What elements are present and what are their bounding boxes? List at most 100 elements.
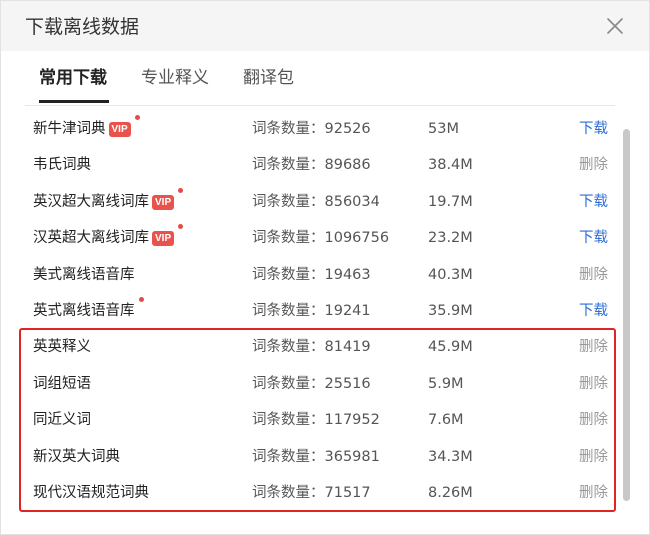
download-button[interactable]: 下载 (579, 301, 608, 321)
dictionary-name: 新汉英大词典 (33, 448, 120, 465)
file-size: 5.9M (428, 375, 464, 392)
new-update-dot-icon (139, 296, 144, 302)
tab-professional-definitions[interactable]: 专业释义 (141, 66, 209, 90)
entry-count-value: 89686 (324, 157, 371, 174)
vip-badge: VIP (152, 194, 175, 210)
file-size: 8.26M (428, 484, 473, 501)
file-size: 7.6M (428, 412, 464, 429)
table-row: 韦氏词典 词条数量：89686 38.4M 删除 (21, 147, 613, 183)
close-icon[interactable] (604, 15, 626, 37)
dictionary-name: 汉英超大离线词库 (33, 230, 149, 247)
entry-count-label: 词条数量： (252, 266, 325, 283)
table-row: 英汉超大离线词库 VIP 词条数量：856034 19.7M 下载 (21, 184, 613, 220)
entry-count-value: 81419 (324, 339, 371, 356)
dictionary-name-cell: 英汉超大离线词库 VIP (33, 192, 175, 212)
dictionary-name: 美式离线语音库 (33, 266, 135, 283)
entry-count-value: 117952 (324, 412, 380, 429)
file-size: 45.9M (428, 339, 473, 356)
dictionary-name: 同近义词 (33, 412, 91, 429)
dictionary-name-cell: 新牛津词典 VIP (33, 119, 131, 139)
dictionary-name-cell: 英英释义 (33, 337, 91, 357)
new-update-dot-icon (178, 187, 183, 193)
dialog-header: 下载离线数据 (1, 1, 649, 51)
entry-count-value: 1096756 (324, 230, 390, 247)
entry-count-label: 词条数量： (252, 121, 325, 137)
table-row: 新汉英大词典 词条数量：365981 34.3M 删除 (21, 439, 613, 475)
download-button[interactable]: 下载 (579, 192, 608, 212)
entry-count-label: 词条数量： (252, 302, 325, 319)
entry-count-value: 856034 (324, 193, 380, 210)
table-row: 英英释义 词条数量：81419 45.9M 删除 (21, 329, 613, 365)
new-update-dot-icon (135, 115, 140, 120)
vip-badge: VIP (108, 122, 131, 137)
entry-count-label: 词条数量： (252, 157, 325, 174)
active-tab-indicator (39, 100, 109, 103)
entry-count-label: 词条数量： (252, 339, 325, 356)
dictionary-name-cell: 汉英超大离线词库 VIP (33, 228, 175, 248)
entry-count: 词条数量：856034 (252, 192, 380, 212)
delete-button[interactable]: 删除 (579, 483, 608, 503)
entry-count-label: 词条数量： (252, 448, 325, 465)
dictionary-name-cell: 词组短语 (33, 374, 91, 394)
table-row: 汉英超大离线词库 VIP 词条数量：1096756 23.2M 下载 (21, 220, 613, 256)
table-row: 新牛津词典 VIP 词条数量：92526 53M 下载 (21, 111, 613, 147)
dictionary-list: 新牛津词典 VIP 词条数量：92526 53M 下载 韦氏词典 词条数量：89686 38.… (21, 111, 613, 511)
entry-count: 词条数量：19463 (252, 265, 371, 285)
entry-count: 词条数量：25516 (252, 374, 371, 394)
entry-count-value: 365981 (324, 448, 380, 465)
delete-button[interactable]: 删除 (579, 155, 608, 175)
tab-common-download[interactable]: 常用下载 (39, 66, 107, 90)
delete-button[interactable]: 删除 (579, 447, 608, 467)
entry-count-label: 词条数量： (252, 375, 325, 392)
entry-count-label: 词条数量： (252, 412, 325, 429)
table-row: 现代汉语规范词典 词条数量：71517 8.26M 删除 (21, 475, 613, 511)
dictionary-name-cell: 美式离线语音库 (33, 265, 135, 285)
entry-count-label: 词条数量： (252, 230, 325, 247)
tab-translation-pack[interactable]: 翻译包 (243, 66, 294, 90)
file-size: 23.2M (428, 230, 473, 247)
delete-button[interactable]: 删除 (579, 265, 608, 285)
tab-bar: 常用下载 专业释义 翻译包 (25, 56, 615, 106)
entry-count-value: 19241 (324, 302, 371, 319)
entry-count-value: 19463 (324, 266, 371, 283)
dialog-title: 下载离线数据 (25, 16, 140, 38)
table-row: 英式离线语音库 词条数量：19241 35.9M 下载 (21, 293, 613, 329)
file-size: 40.3M (428, 266, 473, 283)
dictionary-name-cell: 现代汉语规范词典 (33, 483, 149, 503)
dictionary-name: 英英释义 (33, 339, 91, 356)
dictionary-name-cell: 新汉英大词典 (33, 447, 120, 467)
dictionary-name: 英汉超大离线词库 (33, 193, 149, 210)
delete-button[interactable]: 删除 (579, 374, 608, 394)
file-size: 19.7M (428, 193, 473, 210)
entry-count: 词条数量：81419 (252, 337, 371, 357)
table-row: 美式离线语音库 词条数量：19463 40.3M 删除 (21, 257, 613, 293)
file-size: 35.9M (428, 302, 473, 319)
entry-count: 词条数量：19241 (252, 301, 371, 321)
entry-count: 词条数量：92526 (252, 119, 371, 139)
entry-count: 词条数量：89686 (252, 155, 371, 175)
table-row: 词组短语 词条数量：25516 5.9M 删除 (21, 366, 613, 402)
file-size: 53M (428, 121, 459, 137)
dictionary-name: 英式离线语音库 (33, 302, 135, 319)
dictionary-name-cell: 同近义词 (33, 410, 91, 430)
entry-count-label: 词条数量： (252, 484, 325, 501)
download-button[interactable]: 下载 (579, 228, 608, 248)
dictionary-name-cell: 韦氏词典 (33, 155, 91, 175)
delete-button[interactable]: 删除 (579, 410, 608, 430)
dictionary-name-cell: 英式离线语音库 (33, 301, 135, 321)
entry-count-value: 71517 (324, 484, 371, 501)
file-size: 34.3M (428, 448, 473, 465)
delete-button[interactable]: 删除 (579, 337, 608, 357)
vip-badge: VIP (152, 231, 175, 247)
download-button[interactable]: 下载 (579, 119, 608, 139)
dictionary-name: 新牛津词典 (33, 121, 106, 137)
dictionary-name: 现代汉语规范词典 (33, 484, 149, 501)
entry-count-value: 92526 (324, 121, 371, 137)
entry-count-label: 词条数量： (252, 193, 325, 210)
new-update-dot-icon (178, 224, 183, 230)
offline-data-dialog: 下载离线数据 常用下载 专业释义 翻译包 新牛津词典 VIP 词条数量：92526 5… (0, 0, 650, 535)
entry-count-value: 25516 (324, 375, 371, 392)
table-row: 同近义词 词条数量：117952 7.6M 删除 (21, 402, 613, 438)
dictionary-name: 词组短语 (33, 375, 91, 392)
scrollbar-thumb[interactable] (623, 129, 630, 501)
